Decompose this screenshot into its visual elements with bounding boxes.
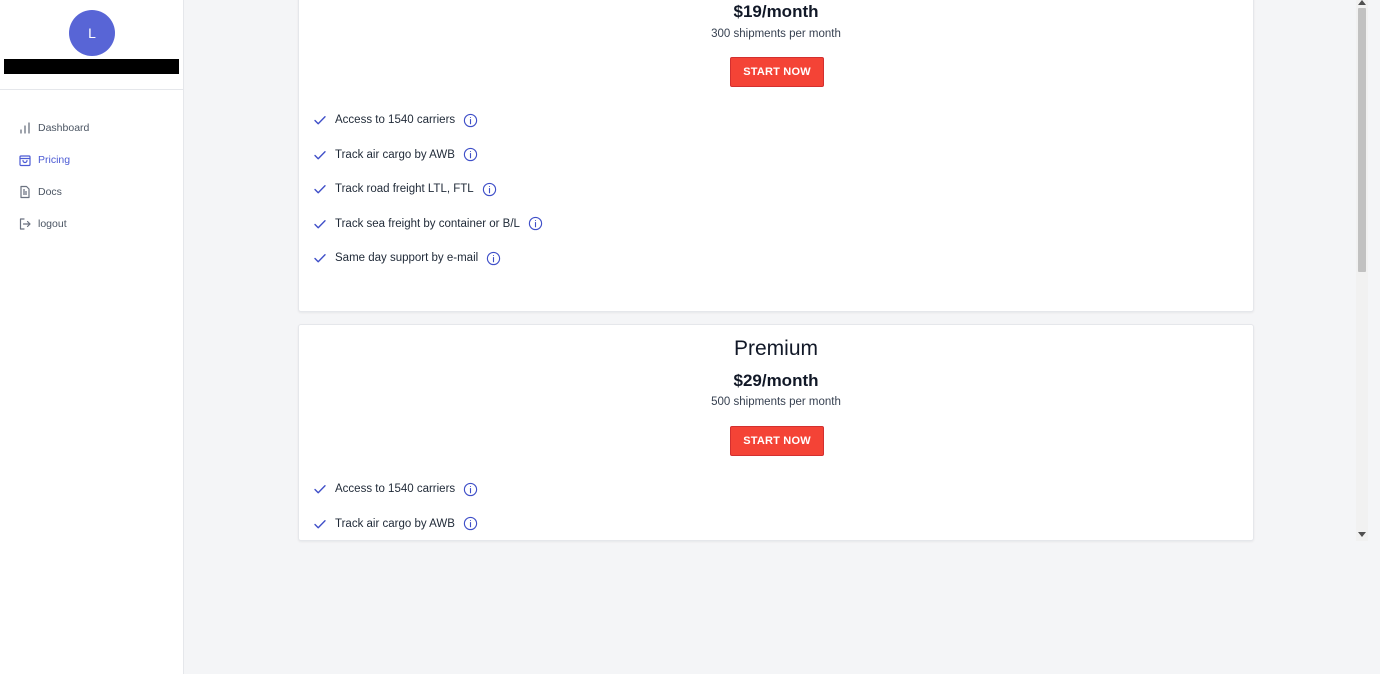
scroll-down-arrow[interactable] [1358, 532, 1366, 537]
feature-label: Track air cargo by AWB [335, 148, 455, 161]
plan-shipments: 300 shipments per month [711, 28, 841, 40]
sidebar-item-label: Pricing [38, 154, 71, 166]
username-redacted [4, 59, 179, 74]
logout-icon [18, 217, 32, 231]
info-icon[interactable] [463, 516, 478, 531]
check-icon [313, 482, 327, 496]
sidebar-divider [0, 89, 183, 90]
check-icon [313, 217, 327, 231]
feature-label: Same day support by e-mail [335, 252, 479, 265]
document-icon [18, 185, 32, 199]
sidebar-item-label: logout [38, 218, 67, 230]
start-now-button[interactable]: START NOW [730, 426, 824, 456]
check-icon [313, 182, 327, 196]
info-icon[interactable] [482, 182, 497, 197]
info-icon[interactable] [463, 147, 478, 162]
feature-label: Access to 1540 carriers [335, 483, 456, 496]
plan-card-premium: Premium $29/month 500 shipments per mont… [298, 324, 1254, 541]
check-icon [313, 517, 327, 531]
scrollbar-thumb[interactable] [1358, 8, 1366, 272]
info-icon[interactable] [463, 482, 478, 497]
check-icon [313, 148, 327, 162]
scrollbar[interactable] [1356, 0, 1368, 541]
feature-item: Track air cargo by AWB [313, 507, 478, 541]
feature-item: Track air cargo by AWB [313, 138, 543, 173]
sidebar-item-docs[interactable]: Docs [0, 176, 183, 208]
feature-item: Access to 1540 carriers [313, 472, 478, 507]
scroll-up-arrow[interactable] [1358, 0, 1366, 5]
plan-price: $19/month [733, 2, 819, 21]
info-icon[interactable] [528, 216, 543, 231]
feature-list: Access to 1540 carriers Track air cargo b… [313, 103, 543, 276]
plan-price: $29/month [733, 371, 819, 390]
sidebar: L Dashboard Pricing Docs logout [0, 0, 184, 674]
bar-chart-icon [18, 121, 32, 135]
feature-label: Access to 1540 carriers [335, 114, 456, 127]
main-content: $19/month 300 shipments per month START … [184, 0, 1368, 674]
shopping-bag-icon [18, 153, 32, 167]
avatar[interactable]: L [69, 10, 115, 56]
feature-label: Track road freight LTL, FTL [335, 183, 474, 196]
plan-shipments: 500 shipments per month [711, 396, 841, 408]
info-icon[interactable] [463, 113, 478, 128]
feature-item: Access to 1540 carriers [313, 103, 543, 138]
feature-item: Track road freight LTL, FTL [313, 172, 543, 207]
feature-label: Track sea freight by container or B/L [335, 217, 520, 230]
avatar-initial: L [88, 25, 96, 41]
sidebar-item-label: Dashboard [38, 122, 90, 134]
check-icon [313, 251, 327, 265]
sidebar-nav: Dashboard Pricing Docs logout [0, 112, 183, 240]
plan-name: Premium [733, 337, 818, 360]
start-now-button[interactable]: START NOW [730, 57, 824, 87]
plan-card: $19/month 300 shipments per month START … [298, 0, 1254, 312]
sidebar-item-pricing[interactable]: Pricing [0, 144, 183, 176]
sidebar-item-dashboard[interactable]: Dashboard [0, 112, 183, 144]
feature-item: Same day support by e-mail [313, 241, 543, 276]
feature-item: Track sea freight by container or B/L [313, 207, 543, 242]
sidebar-item-logout[interactable]: logout [0, 208, 183, 240]
info-icon[interactable] [486, 251, 501, 266]
feature-label: Track air cargo by AWB [335, 517, 455, 530]
sidebar-item-label: Docs [38, 186, 62, 198]
feature-list: Access to 1540 carriers Track air cargo b… [313, 472, 478, 541]
check-icon [313, 113, 327, 127]
